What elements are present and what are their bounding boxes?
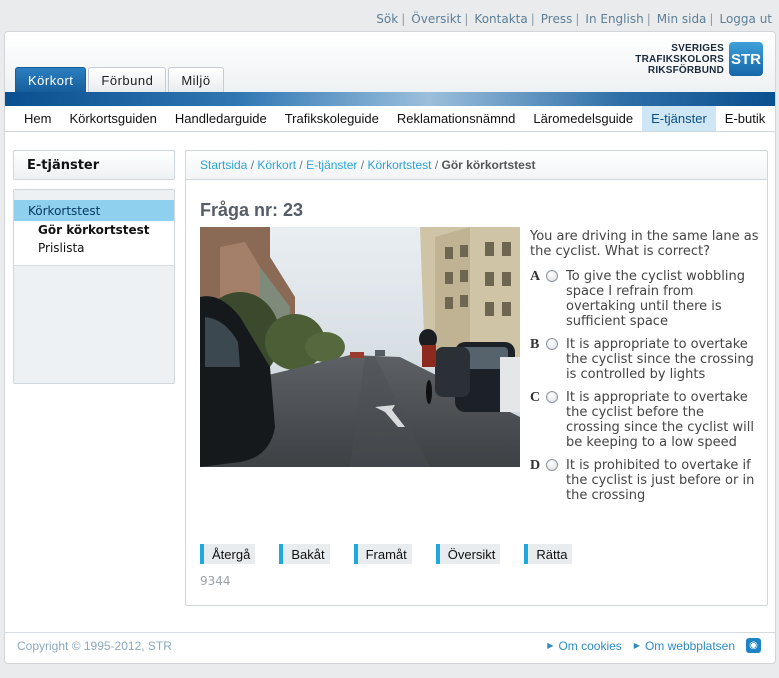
top-link-english[interactable]: In English: [585, 12, 643, 26]
footer-links: ▶ Om cookies ▶ Om webbplatsen: [535, 639, 735, 653]
sidebar-title: E-tjänster: [13, 150, 175, 180]
footer: Copyright © 1995-2012, STR ▶ Om cookies …: [5, 632, 775, 664]
footer-link-cookies[interactable]: Om cookies: [558, 639, 621, 653]
answer-c-radio[interactable]: [546, 391, 558, 403]
breadcrumb: Startsida / Körkort / E-tjänster / Körko…: [186, 151, 767, 180]
answer-a-radio[interactable]: [546, 270, 558, 282]
nav-e-tjanster[interactable]: E-tjänster: [642, 106, 716, 131]
question-code: 9344: [200, 574, 231, 588]
quiz-buttons: Återgå Bakåt Framåt Översikt Rätta: [200, 544, 596, 564]
footer-link-about[interactable]: Om webbplatsen: [645, 639, 735, 653]
tab-forbund[interactable]: Förbund: [88, 67, 167, 92]
str-logo-mark: STR: [729, 42, 763, 76]
top-link-press[interactable]: Press: [541, 12, 573, 26]
answer-list: A To give the cyclist wobbling space I r…: [530, 269, 762, 511]
answer-b: B It is appropriate to overtake the cycl…: [530, 337, 754, 382]
question-text: You are driving in the same lane as the …: [530, 229, 759, 259]
breadcrumb-korkortstest[interactable]: Körkortstest: [367, 158, 431, 172]
nav-laromedelsguide[interactable]: Läromedelsguide: [524, 106, 642, 131]
str-logo[interactable]: SVERIGES TRAFIKSKOLORS RIKSFÖRBUND STR: [635, 42, 763, 76]
sidebar-menu: Körkortstest Gör körkortstest Prislista: [13, 189, 175, 384]
sidebar-item-korkortstest[interactable]: Körkortstest: [14, 200, 174, 221]
back-to-start-button[interactable]: Återgå: [200, 544, 256, 564]
breadcrumb-korkort[interactable]: Körkort: [257, 158, 296, 172]
arrow-right-icon: ▶: [633, 641, 640, 650]
top-link-overview[interactable]: Översikt: [411, 12, 461, 26]
question-title: Fråga nr: 23: [200, 200, 304, 220]
next-button[interactable]: Framåt: [353, 544, 412, 564]
question-photo: [200, 227, 520, 467]
nav-trafikskoleguide[interactable]: Trafikskoleguide: [276, 106, 388, 131]
main-nav: Hem Körkortsguiden Handledarguide Trafik…: [5, 106, 775, 132]
top-link-my-page[interactable]: Min sida: [657, 12, 707, 26]
main-frame: SVERIGES TRAFIKSKOLORS RIKSFÖRBUND STR K…: [4, 31, 776, 664]
nav-e-butik[interactable]: E-butik: [716, 106, 774, 131]
answer-d: D It is prohibited to overtake if the cy…: [530, 458, 755, 503]
section-tabs: Körkort Förbund Miljö: [15, 67, 226, 92]
top-link-contact[interactable]: Kontakta: [474, 12, 527, 26]
nav-handledarguide[interactable]: Handledarguide: [166, 106, 276, 131]
header-bar: [5, 92, 775, 106]
breadcrumb-startsida[interactable]: Startsida: [200, 158, 247, 172]
nav-hem[interactable]: Hem: [15, 106, 60, 131]
accessibility-icon[interactable]: ◉: [746, 638, 761, 653]
copyright: Copyright © 1995-2012, STR: [17, 639, 172, 653]
answer-d-radio[interactable]: [546, 459, 558, 471]
content-panel: Startsida / Körkort / E-tjänster / Körko…: [185, 150, 768, 606]
previous-button[interactable]: Bakåt: [279, 544, 330, 564]
header: SVERIGES TRAFIKSKOLORS RIKSFÖRBUND STR K…: [5, 32, 775, 92]
breadcrumb-current: Gör körkortstest: [441, 158, 536, 172]
breadcrumb-e-tjanster[interactable]: E-tjänster: [306, 158, 357, 172]
answer-a: A To give the cyclist wobbling space I r…: [530, 269, 745, 329]
arrow-right-icon: ▶: [547, 641, 554, 650]
nav-reklamationsnamnd[interactable]: Reklamationsnämnd: [388, 106, 525, 131]
grade-button[interactable]: Rätta: [524, 544, 573, 564]
answer-b-radio[interactable]: [546, 338, 558, 350]
tab-korkort[interactable]: Körkort: [15, 67, 87, 92]
tab-miljo[interactable]: Miljö: [168, 67, 224, 92]
sidebar-item-gor-korkortstest[interactable]: Gör körkortstest: [14, 221, 174, 239]
top-link-search[interactable]: Sök: [376, 12, 398, 26]
answer-c: C It is appropriate to overtake the cycl…: [530, 390, 754, 450]
sidebar-item-prislista[interactable]: Prislista: [14, 239, 174, 257]
top-link-logout[interactable]: Logga ut: [719, 12, 772, 26]
nav-korkortsguiden[interactable]: Körkortsguiden: [60, 106, 165, 131]
top-links: Sök | Översikt | Kontakta | Press | In Engli…: [376, 12, 772, 26]
overview-button[interactable]: Översikt: [435, 544, 501, 564]
